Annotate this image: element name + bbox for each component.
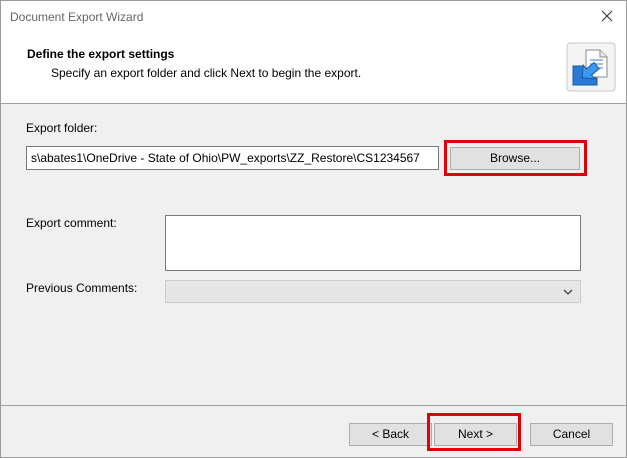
previous-comments-label: Previous Comments: — [26, 281, 138, 295]
close-icon[interactable] — [596, 5, 618, 27]
export-wizard-icon — [566, 42, 616, 92]
chevron-down-icon — [563, 286, 573, 300]
previous-comments-dropdown[interactable] — [165, 280, 581, 303]
footer-divider — [1, 405, 626, 406]
export-wizard-dialog: Document Export Wizard Define the export… — [0, 0, 627, 458]
wizard-header: Define the export settings Specify an ex… — [1, 33, 626, 104]
cancel-button[interactable]: Cancel — [530, 423, 613, 446]
next-button[interactable]: Next > — [434, 423, 517, 446]
export-comment-label: Export comment: — [26, 216, 117, 230]
export-folder-field[interactable]: s\abates1\OneDrive - State of Ohio\PW_ex… — [26, 146, 439, 170]
back-button[interactable]: < Back — [349, 423, 432, 446]
export-folder-label: Export folder: — [26, 121, 98, 135]
window-title: Document Export Wizard — [10, 10, 144, 24]
header-title: Define the export settings — [27, 47, 175, 61]
header-subtitle: Specify an export folder and click Next … — [51, 66, 362, 80]
export-comment-field[interactable] — [165, 215, 581, 271]
browse-button[interactable]: Browse... — [450, 147, 580, 170]
title-bar: Document Export Wizard — [1, 1, 626, 33]
